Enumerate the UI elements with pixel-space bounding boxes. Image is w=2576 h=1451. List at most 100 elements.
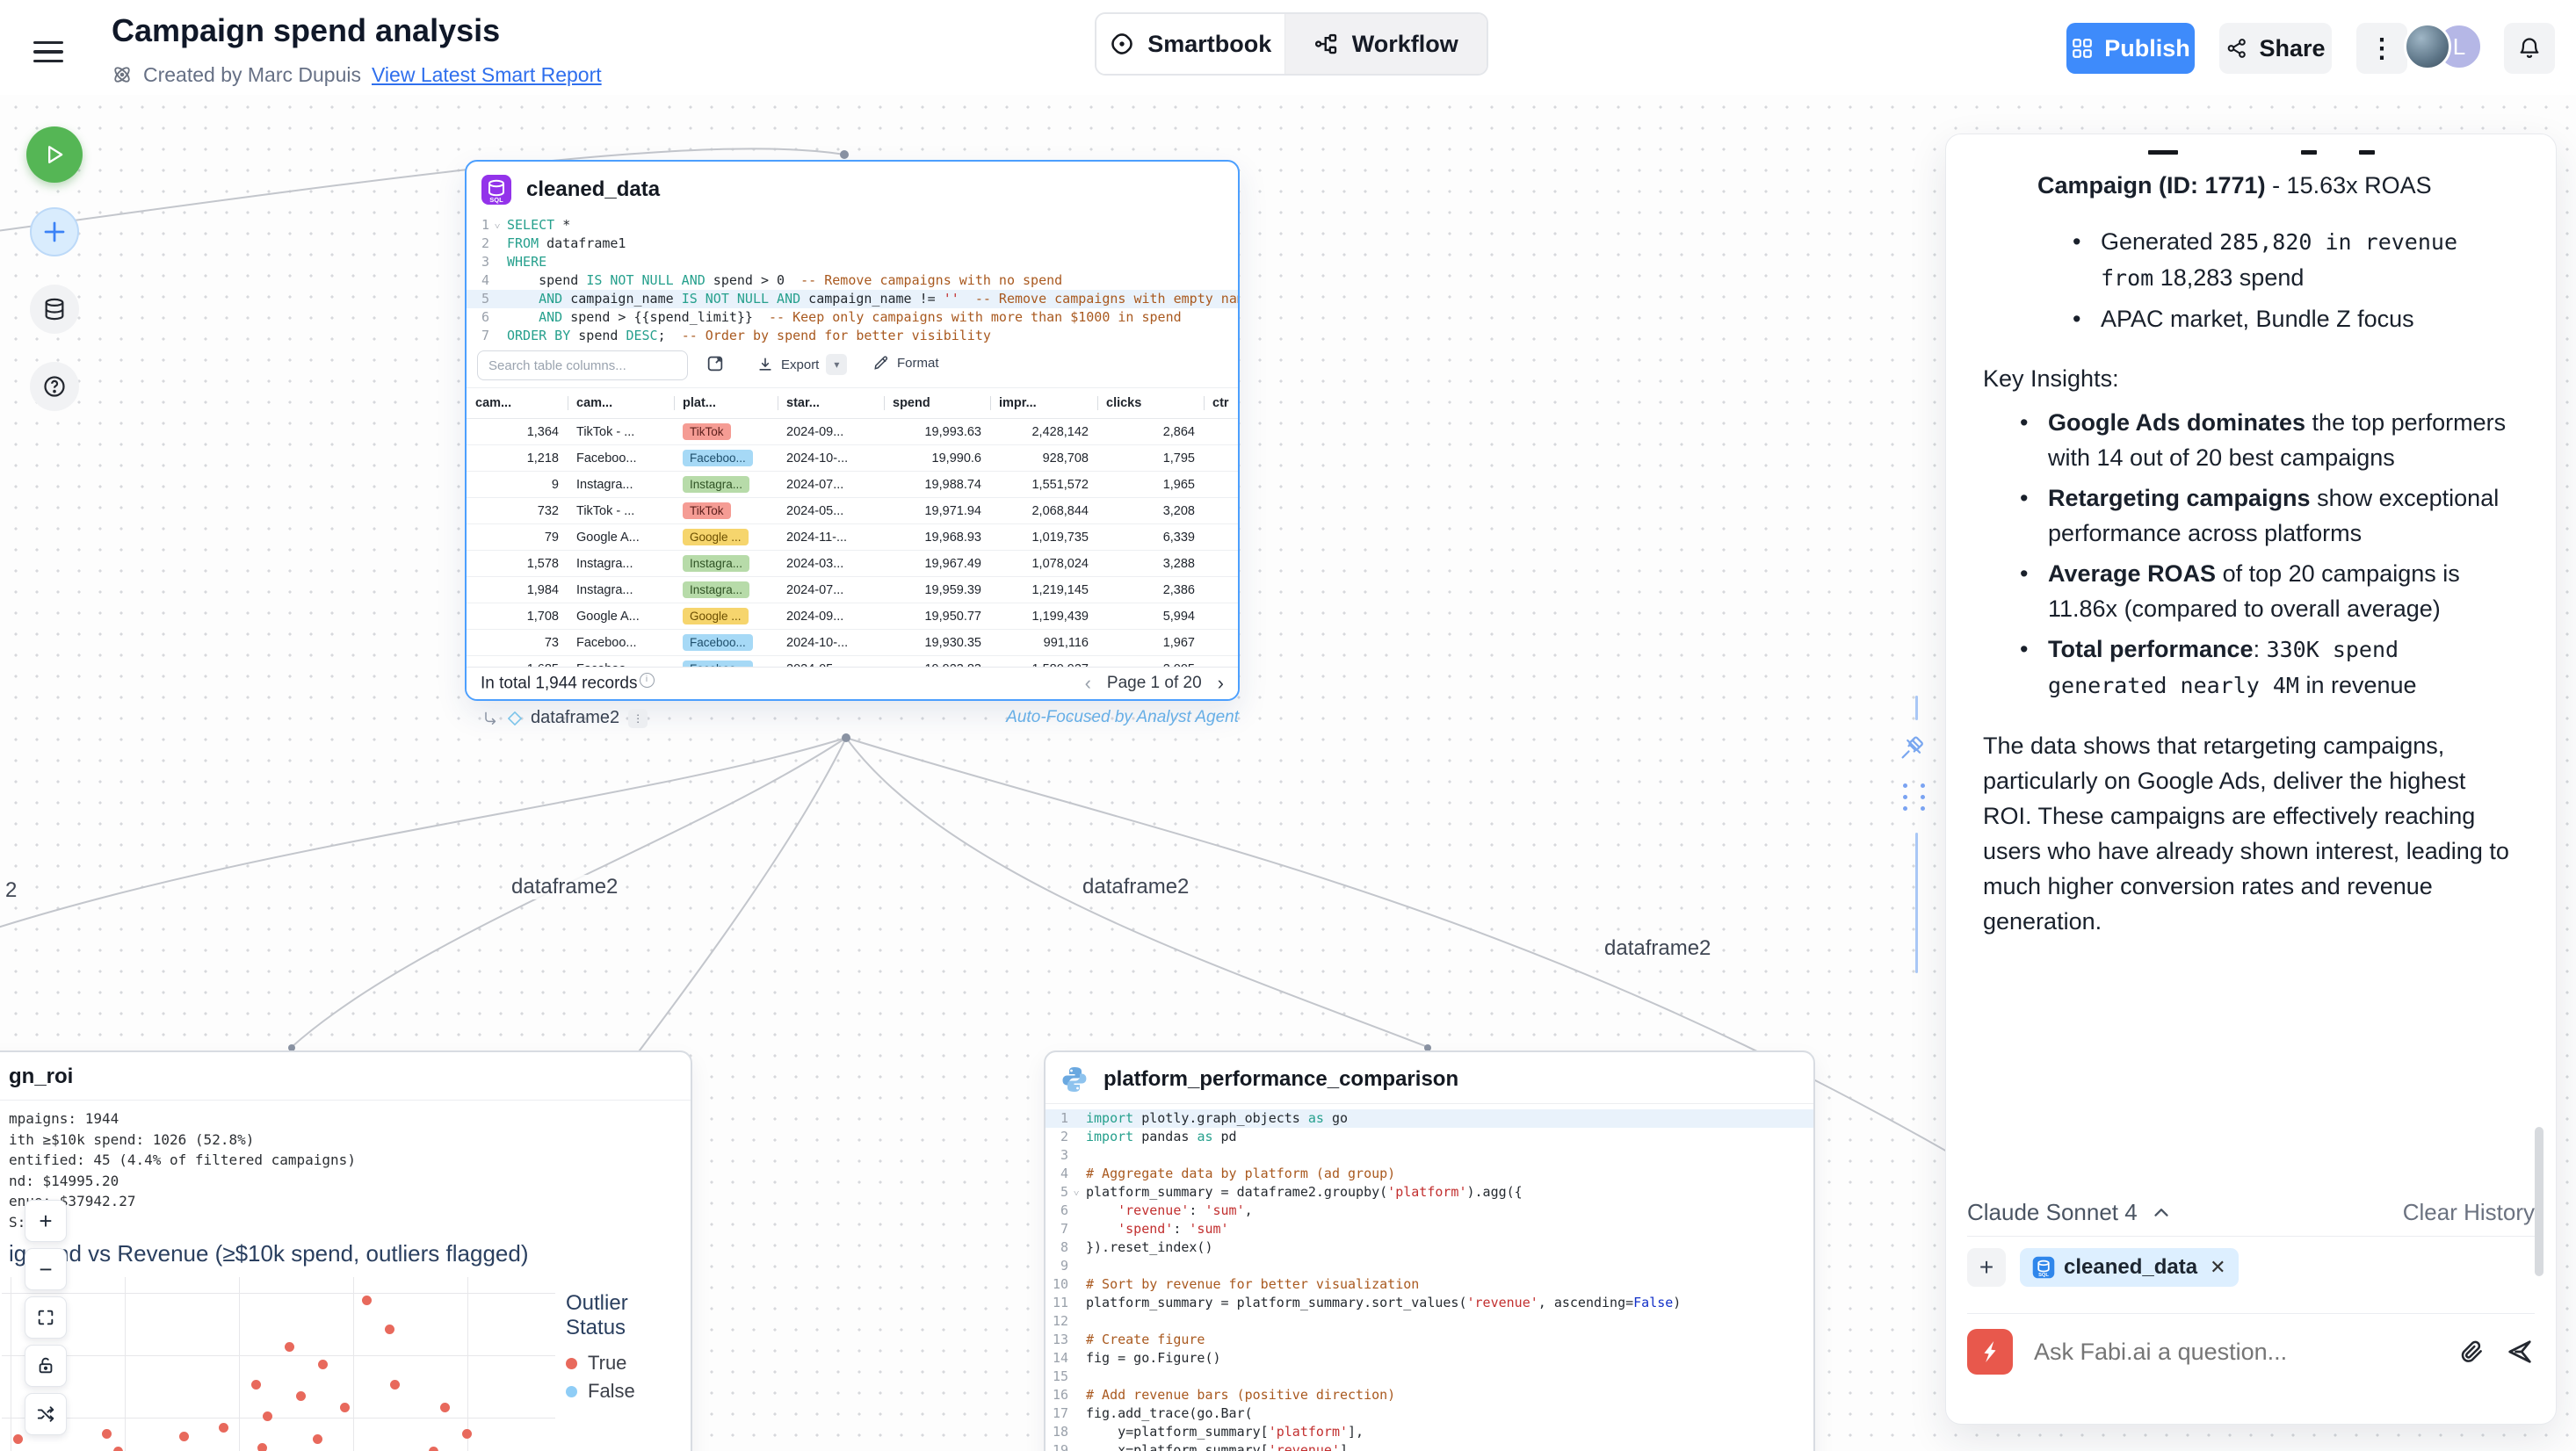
code-line[interactable]: 4 spend IS NOT NULL AND spend > 0 -- Rem… [467, 271, 1238, 290]
legend-item-false[interactable]: False [566, 1377, 691, 1405]
remove-context-icon[interactable]: ✕ [2210, 1256, 2225, 1279]
code-line[interactable]: 17fig.add_trace(go.Bar( [1046, 1404, 1813, 1423]
chevron-up-icon[interactable] [2150, 1202, 2173, 1224]
ask-fabi-input[interactable] [2032, 1338, 2438, 1367]
column-header-clicks[interactable]: clicks [1097, 388, 1204, 419]
code-line[interactable]: 3WHERE [467, 253, 1238, 271]
node-campaign-roi[interactable]: gn_roi mpaigns: 1944ith ≥$10k spend: 102… [0, 1050, 692, 1451]
code-line[interactable]: 18 y=platform_summary['platform'], [1046, 1423, 1813, 1441]
node-platform-performance-comparison[interactable]: platform_performance_comparison 1import … [1044, 1050, 1815, 1451]
add-context-button[interactable]: + [1967, 1248, 2006, 1287]
code-line[interactable]: 6 'revenue': 'sum', [1046, 1202, 1813, 1220]
panel-resize-guide[interactable] [1915, 696, 1918, 720]
column-header-cam[interactable]: cam... [568, 388, 674, 419]
input-port-dot[interactable] [840, 150, 849, 159]
panel-resize-guide[interactable] [1915, 833, 1918, 973]
tab-smartbook[interactable]: Smartbook [1096, 14, 1284, 74]
code-line[interactable]: 2FROM dataframe1 [467, 235, 1238, 253]
node-cleaned-data[interactable]: SQL cleaned_data 1˅SELECT *2FROM datafra… [465, 160, 1240, 701]
lock-canvas-button[interactable] [25, 1345, 67, 1387]
next-page-button[interactable]: › [1218, 672, 1224, 695]
table-row[interactable]: 1,364TikTok - ...TikTok2024-09...19,993.… [467, 419, 1240, 445]
python-editor[interactable]: 1import plotly.graph_objects as go2impor… [1046, 1109, 1813, 1451]
export-button[interactable]: Export ▾ [756, 354, 847, 375]
output-port-dot[interactable] [842, 733, 850, 742]
shuffle-layout-button[interactable] [25, 1393, 67, 1435]
fit-view-button[interactable] [25, 1296, 67, 1339]
panel-scrollbar[interactable] [2535, 1127, 2543, 1276]
scatter-plot[interactable] [2, 1277, 564, 1451]
column-header-impr[interactable]: impr... [990, 388, 1097, 419]
code-line[interactable]: 4# Aggregate data by platform (ad group) [1046, 1165, 1813, 1183]
unpin-panel-icon[interactable] [1898, 736, 1924, 762]
table-row[interactable]: 1,708Google A...Google ...2024-09...19,9… [467, 603, 1240, 630]
hamburger-menu-icon[interactable] [33, 35, 63, 58]
console-output-line: mpaigns: 1944 [9, 1108, 356, 1130]
column-header-spend[interactable]: spend [884, 388, 990, 419]
table-row[interactable]: 1,218Faceboo...Faceboo...2024-10-...19,9… [467, 445, 1240, 472]
info-icon[interactable]: i [640, 673, 655, 688]
attach-file-button[interactable] [2457, 1338, 2486, 1366]
console-output-line: ith ≥$10k spend: 1026 (52.8%) [9, 1130, 356, 1151]
code-line[interactable]: 7ORDER BY spend DESC; -- Order by spend … [467, 327, 1238, 345]
search-table-columns-input[interactable]: Search table columns... [477, 350, 688, 380]
code-line[interactable]: 1˅SELECT * [467, 216, 1238, 235]
column-header-plat[interactable]: plat... [674, 388, 778, 419]
legend-item-true[interactable]: True [566, 1349, 691, 1377]
code-line[interactable]: 7 'spend': 'sum' [1046, 1220, 1813, 1238]
send-message-button[interactable] [2505, 1337, 2535, 1367]
notifications-button[interactable] [2504, 23, 2555, 74]
chart-legend[interactable]: Outlier Status True False [566, 1291, 691, 1405]
code-line[interactable]: 6 AND spend > {{spend_limit}} -- Keep on… [467, 308, 1238, 327]
zoom-out-button[interactable]: − [25, 1248, 67, 1290]
code-line[interactable]: 13# Create figure [1046, 1331, 1813, 1349]
code-line[interactable]: 16# Add revenue bars (positive direction… [1046, 1386, 1813, 1404]
zoom-in-button[interactable]: + [25, 1200, 67, 1242]
view-latest-smart-report-link[interactable]: View Latest Smart Report [372, 63, 602, 87]
message-bullet: •Generated 285,820 in revenue from 18,28… [2101, 224, 2521, 296]
context-chip-cleaned-data[interactable]: SQL cleaned_data ✕ [2020, 1248, 2239, 1287]
code-line[interactable]: 3 [1046, 1146, 1813, 1165]
table-row[interactable]: 9Instagra...Instagra...2024-07...19,988.… [467, 472, 1240, 498]
run-workflow-button[interactable] [26, 126, 83, 183]
code-line[interactable]: 14fig = go.Figure() [1046, 1349, 1813, 1368]
code-line[interactable]: 5 AND campaign_name IS NOT NULL AND camp… [467, 290, 1238, 308]
data-sources-button[interactable] [30, 285, 79, 334]
output-dataframe-label[interactable]: dataframe2 [531, 708, 619, 728]
model-selector[interactable]: Claude Sonnet 4 [1967, 1199, 2138, 1226]
clear-history-button[interactable]: Clear History [2403, 1199, 2535, 1226]
export-dropdown-chevron[interactable]: ▾ [826, 354, 847, 375]
code-line[interactable]: 1import plotly.graph_objects as go [1046, 1109, 1813, 1128]
code-line[interactable]: 9 [1046, 1257, 1813, 1275]
prev-page-button[interactable]: ‹ [1085, 672, 1091, 695]
results-table[interactable]: cam...cam...plat...star...spendimpr...cl… [467, 387, 1240, 682]
avatar-photo[interactable] [2404, 23, 2451, 70]
add-node-button[interactable] [30, 207, 79, 256]
column-header-star[interactable]: star... [778, 388, 884, 419]
tab-workflow[interactable]: Workflow [1284, 14, 1487, 74]
more-options-button[interactable]: ⋮ [2356, 23, 2407, 74]
table-row[interactable]: 732TikTok - ...TikTok2024-05...19,971.94… [467, 498, 1240, 524]
panel-drag-handle[interactable] [1903, 783, 1928, 811]
table-row[interactable]: 1,984Instagra...Instagra...2024-07...19,… [467, 577, 1240, 603]
table-row[interactable]: 79Google A...Google ...2024-11-...19,968… [467, 524, 1240, 551]
code-line[interactable]: 12 [1046, 1312, 1813, 1331]
table-row[interactable]: 1,578Instagra...Instagra...2024-03...19,… [467, 551, 1240, 577]
table-row[interactable]: 73Faceboo...Faceboo...2024-10-...19,930.… [467, 630, 1240, 656]
code-line[interactable]: 8}).reset_index() [1046, 1238, 1813, 1257]
column-header-ctr[interactable]: ctr [1204, 388, 1240, 419]
publish-button[interactable]: Publish [2066, 23, 2195, 74]
code-line[interactable]: 15 [1046, 1368, 1813, 1386]
column-header-cam[interactable]: cam... [467, 388, 568, 419]
code-line[interactable]: 19 x=platform_summary['revenue'], [1046, 1441, 1813, 1451]
expand-table-button[interactable] [706, 354, 725, 373]
code-line[interactable]: 2import pandas as pd [1046, 1128, 1813, 1146]
sql-editor[interactable]: 1˅SELECT *2FROM dataframe13WHERE4 spend … [467, 216, 1238, 345]
share-button[interactable]: Share [2219, 23, 2332, 74]
format-button[interactable]: Format [872, 354, 939, 372]
code-line[interactable]: 5˅platform_summary = dataframe2.groupby(… [1046, 1183, 1813, 1202]
code-line[interactable]: 10# Sort by revenue for better visualiza… [1046, 1275, 1813, 1294]
code-line[interactable]: 11platform_summary = platform_summary.so… [1046, 1294, 1813, 1312]
output-options-button[interactable]: ⋮ [628, 709, 648, 728]
help-button[interactable] [30, 362, 79, 411]
